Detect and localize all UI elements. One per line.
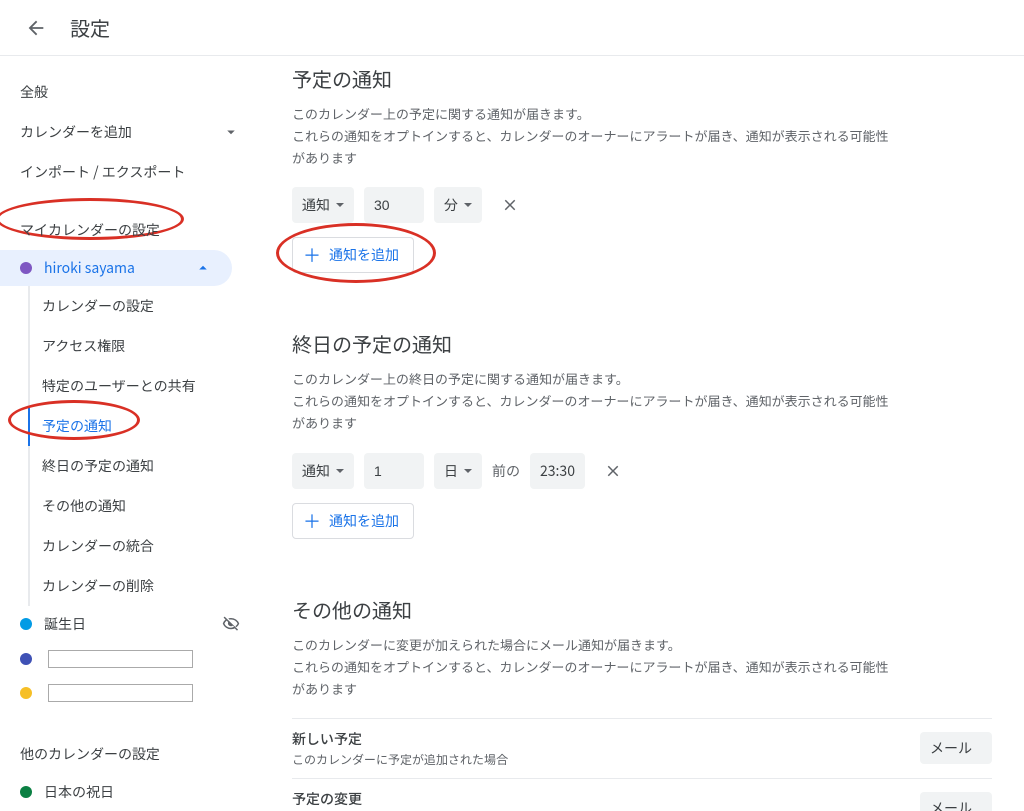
other-notification-row: 予定の変更 このカレンダー上の予定が変更された場合 メール <box>292 778 992 811</box>
calendar-item-active[interactable]: hiroki sayama <box>0 250 232 286</box>
dropdown-icon <box>464 469 472 473</box>
section-title: 予定の通知 <box>292 64 992 93</box>
settings-header: 設定 <box>0 0 1024 56</box>
main-content: 予定の通知 このカレンダー上の予定に関する通知が届きます。 これらの通知をオプト… <box>260 56 1024 811</box>
notification-method-picker[interactable]: 通知 <box>292 187 354 223</box>
calendar-color-dot <box>20 687 32 699</box>
calendar-color-dot <box>20 786 32 798</box>
sidebar-section-other-calendars: 他のカレンダーの設定 <box>0 734 260 774</box>
dropdown-icon <box>336 203 344 207</box>
section-title: その他の通知 <box>292 595 992 624</box>
notification-time-picker[interactable]: 23:30 <box>530 453 585 489</box>
notification-channel-picker[interactable]: メール <box>920 792 992 811</box>
remove-notification-button[interactable] <box>595 453 631 489</box>
section-other-notifications: その他の通知 このカレンダーに変更が加えられた場合にメール通知が届きます。 これ… <box>292 595 992 811</box>
sidebar-item-label: 全般 <box>20 82 48 102</box>
add-notification-button[interactable]: ＋ 通知を追加 <box>292 237 414 273</box>
notification-channel-picker[interactable]: メール <box>920 732 992 764</box>
add-notification-button[interactable]: ＋ 通知を追加 <box>292 503 414 539</box>
section-description: このカレンダー上の終日の予定に関する通知が届きます。 これらの通知をオプトインす… <box>292 368 892 434</box>
subnav-calendar-settings[interactable]: カレンダーの設定 <box>30 286 260 326</box>
redacted-label <box>48 684 193 702</box>
calendar-name-label: 日本の祝日 <box>44 782 114 802</box>
section-allday-notifications: 終日の予定の通知 このカレンダー上の終日の予定に関する通知が届きます。 これらの… <box>292 329 992 538</box>
chevron-down-icon <box>222 123 240 141</box>
plus-icon: ＋ <box>303 508 321 534</box>
add-button-label: 通知を追加 <box>329 511 399 531</box>
sidebar-section-label: マイカレンダーの設定 <box>20 220 160 240</box>
add-button-label: 通知を追加 <box>329 245 399 265</box>
notification-unit-picker[interactable]: 分 <box>434 187 482 223</box>
calendar-item-redacted-1[interactable] <box>0 642 260 676</box>
back-button[interactable] <box>16 8 56 48</box>
calendar-color-dot <box>20 653 32 665</box>
redacted-label <box>48 650 193 668</box>
dropdown-icon <box>336 469 344 473</box>
page-title: 設定 <box>70 13 110 42</box>
subnav-other-notifications[interactable]: その他の通知 <box>30 486 260 526</box>
sidebar-item-import-export[interactable]: インポート / エクスポート <box>0 152 260 192</box>
notification-method-picker[interactable]: 通知 <box>292 453 354 489</box>
subnav-share[interactable]: 特定のユーザーとの共有 <box>30 366 260 406</box>
notification-row: 通知 日 前の 23:30 <box>292 453 992 489</box>
other-notification-row: 新しい予定 このカレンダーに予定が追加された場合 メール <box>292 718 992 778</box>
calendar-color-dot <box>20 618 32 630</box>
before-label: 前の <box>492 461 520 481</box>
plus-icon: ＋ <box>303 242 321 268</box>
section-event-notifications: 予定の通知 このカレンダー上の予定に関する通知が届きます。 これらの通知をオプト… <box>292 64 992 273</box>
section-description: このカレンダーに変更が加えられた場合にメール通知が届きます。 これらの通知をオプ… <box>292 634 892 700</box>
section-title: 終日の予定の通知 <box>292 329 992 358</box>
section-description: このカレンダー上の予定に関する通知が届きます。 これらの通知をオプトインすると、… <box>292 103 892 169</box>
sidebar-section-my-calendars: マイカレンダーの設定 <box>0 210 260 250</box>
arrow-left-icon <box>25 17 47 39</box>
calendar-name-label: hiroki sayama <box>44 258 135 278</box>
sidebar-section-label: 他のカレンダーの設定 <box>20 744 160 764</box>
subnav-allday-notifications[interactable]: 終日の予定の通知 <box>30 446 260 486</box>
notification-value-input[interactable] <box>364 453 424 489</box>
chevron-up-icon <box>194 259 212 277</box>
sidebar-item-label: カレンダーを追加 <box>20 122 132 142</box>
row-title: 新しい予定 <box>292 729 920 749</box>
notification-row: 通知 分 <box>292 187 992 223</box>
close-icon <box>501 196 519 214</box>
visibility-off-icon <box>222 615 240 633</box>
subnav-event-notifications[interactable]: 予定の通知 <box>28 406 260 446</box>
calendar-item-holidays[interactable]: 日本の祝日 <box>0 774 260 810</box>
calendar-subnav: カレンダーの設定 アクセス権限 特定のユーザーとの共有 予定の通知 終日の予定の… <box>28 286 260 606</box>
calendar-item-redacted-2[interactable] <box>0 676 260 710</box>
notification-unit-picker[interactable]: 日 <box>434 453 482 489</box>
remove-notification-button[interactable] <box>492 187 528 223</box>
sidebar-item-add-calendar[interactable]: カレンダーを追加 <box>0 112 260 152</box>
sidebar-item-general[interactable]: 全般 <box>0 72 260 112</box>
notification-value-input[interactable] <box>364 187 424 223</box>
calendar-name-label: 誕生日 <box>44 614 86 634</box>
subnav-integrate[interactable]: カレンダーの統合 <box>30 526 260 566</box>
dropdown-icon <box>464 203 472 207</box>
subnav-access[interactable]: アクセス権限 <box>30 326 260 366</box>
other-notification-list: 新しい予定 このカレンダーに予定が追加された場合 メール 予定の変更 このカレン… <box>292 718 992 811</box>
sidebar-item-label: インポート / エクスポート <box>20 162 185 182</box>
calendar-color-dot <box>20 262 32 274</box>
calendar-item-birthday[interactable]: 誕生日 <box>0 606 260 642</box>
row-title: 予定の変更 <box>292 789 920 809</box>
close-icon <box>604 462 622 480</box>
sidebar: 全般 カレンダーを追加 インポート / エクスポート マイカレンダーの設定 hi… <box>0 56 260 811</box>
row-desc: このカレンダーに予定が追加された場合 <box>292 751 920 768</box>
subnav-delete[interactable]: カレンダーの削除 <box>30 566 260 606</box>
